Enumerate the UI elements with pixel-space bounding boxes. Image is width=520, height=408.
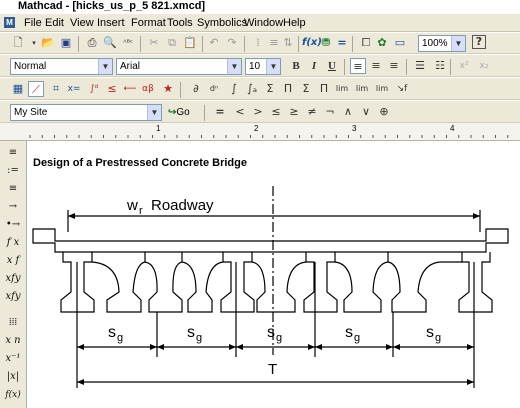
total-width-label: T: [268, 361, 277, 378]
box-web: [251, 261, 307, 313]
arrow-head: [393, 344, 400, 350]
arrow-head: [473, 213, 480, 219]
arrow-head: [229, 344, 236, 350]
arrow-head: [308, 344, 315, 350]
girder: [220, 252, 255, 313]
arrow-head: [467, 379, 474, 385]
box-web: [91, 252, 146, 313]
spacing-symbol: s: [345, 324, 353, 341]
arrow-head: [236, 344, 243, 350]
arrow-head: [157, 344, 164, 350]
spacing-subscript: g: [196, 332, 202, 344]
arrow-head: [77, 344, 84, 350]
spacing-subscript: g: [276, 332, 282, 344]
girder: [303, 252, 338, 313]
spacing-symbol: s: [267, 324, 275, 341]
roadway-w-subscript: r: [139, 205, 143, 217]
arrow-head: [150, 344, 157, 350]
arrow-head: [315, 344, 322, 350]
bridge-cross-section: w r Roadway s g s g s g s g s g T: [32, 186, 509, 388]
spacing-symbol: s: [187, 324, 195, 341]
spacing-subscript: g: [354, 332, 360, 344]
arrow-head: [77, 379, 84, 385]
box-web: [387, 261, 462, 313]
spacing-subscript: g: [435, 332, 441, 344]
spacing-subscript: g: [117, 332, 123, 344]
box-web: [181, 261, 224, 313]
arrow-head: [68, 213, 75, 219]
arrow-head: [386, 344, 393, 350]
roadway-w-symbol: w: [126, 197, 138, 214]
roadway-label: Roadway: [151, 197, 214, 214]
spacing-symbol: s: [108, 324, 116, 341]
arrow-head: [467, 344, 474, 350]
box-web: [144, 252, 183, 313]
box-web: [334, 252, 389, 313]
girder: [458, 252, 493, 313]
deck-slab: [32, 228, 509, 253]
spacing-symbol: s: [426, 324, 434, 341]
